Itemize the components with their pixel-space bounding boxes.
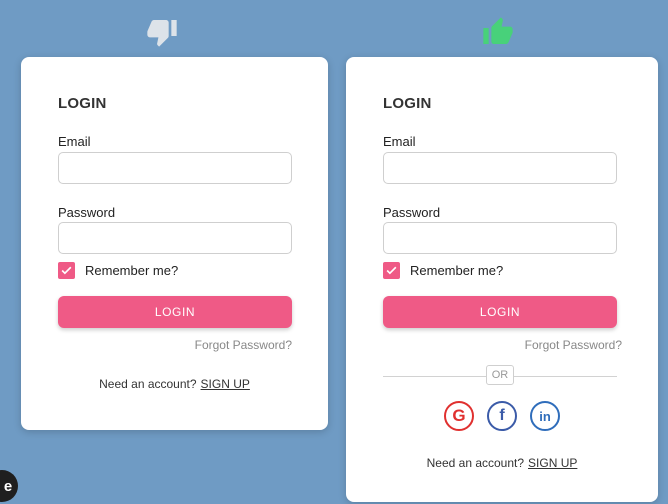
signup-link[interactable]: SIGN UP	[528, 456, 577, 470]
remember-checkbox[interactable]	[383, 262, 400, 279]
check-icon	[386, 266, 397, 275]
password-input[interactable]	[383, 222, 617, 254]
login-button[interactable]: LOGIN	[383, 296, 617, 328]
signup-text: Need an account?	[426, 456, 525, 470]
or-label: OR	[486, 365, 514, 385]
remember-checkbox[interactable]	[58, 262, 75, 279]
password-label: Password	[383, 205, 441, 220]
remember-me[interactable]: Remember me?	[383, 262, 503, 279]
login-card-left: LOGIN Email Password Remember me? LOGIN …	[21, 57, 328, 430]
email-input[interactable]	[383, 152, 617, 184]
thumbs-down-icon	[146, 16, 178, 48]
email-label: Email	[58, 134, 91, 149]
forgot-password-link[interactable]: Forgot Password?	[525, 338, 622, 352]
email-input[interactable]	[58, 152, 292, 184]
forgot-password-link[interactable]: Forgot Password?	[195, 338, 292, 352]
google-icon[interactable]: G	[444, 401, 474, 431]
corner-badge[interactable]: e	[0, 470, 18, 502]
card-title: LOGIN	[383, 95, 432, 112]
login-button[interactable]: LOGIN	[58, 296, 292, 328]
signup-link[interactable]: SIGN UP	[201, 377, 250, 391]
check-icon	[61, 266, 72, 275]
or-divider: OR	[383, 365, 617, 387]
remember-label: Remember me?	[410, 263, 504, 278]
login-card-right: LOGIN Email Password Remember me? LOGIN …	[346, 57, 658, 502]
remember-label: Remember me?	[85, 263, 179, 278]
facebook-icon[interactable]: f	[487, 401, 517, 431]
email-label: Email	[383, 134, 416, 149]
password-label: Password	[58, 205, 116, 220]
password-input[interactable]	[58, 222, 292, 254]
card-title: LOGIN	[58, 95, 107, 112]
signup-line: Need an account? SIGN UP	[21, 377, 328, 391]
signup-text: Need an account?	[99, 377, 197, 391]
divider-line	[383, 376, 486, 377]
signup-line: Need an account? SIGN UP	[346, 456, 658, 470]
remember-me[interactable]: Remember me?	[58, 262, 178, 279]
thumbs-up-icon	[482, 16, 514, 48]
linkedin-icon[interactable]: in	[530, 401, 560, 431]
divider-line	[514, 376, 617, 377]
